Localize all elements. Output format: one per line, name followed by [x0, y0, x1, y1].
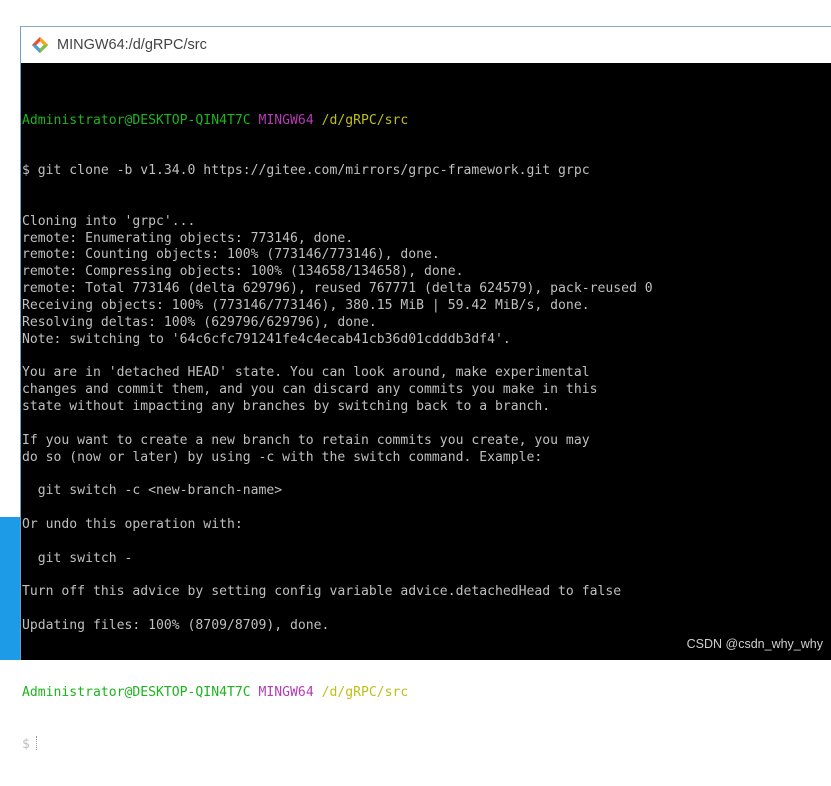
output-line: state without impacting any branches by …	[22, 399, 551, 415]
output-line: You are in 'detached HEAD' state. You ca…	[22, 365, 590, 381]
output-line: If you want to create a new branch to re…	[22, 432, 590, 448]
command-line: $ git clone -b v1.34.0 https://gitee.com…	[22, 163, 590, 179]
output-line: remote: Enumerating objects: 773146, don…	[22, 230, 354, 246]
prompt-env: MINGW64	[258, 685, 314, 701]
prompt-line: Administrator@DESKTOP-QIN4T7C MINGW64 /d…	[22, 113, 831, 130]
terminal-window[interactable]: MINGW64:/d/gRPC/src Administrator@DESKTO…	[20, 26, 831, 752]
title-bar[interactable]: MINGW64:/d/gRPC/src	[21, 27, 831, 63]
output-line: remote: Compressing objects: 100% (13465…	[22, 264, 464, 280]
prompt-symbol: $	[22, 736, 30, 752]
output-line: Cloning into 'grpc'...	[22, 213, 196, 229]
output-line: git switch -	[22, 550, 133, 566]
prompt-env: MINGW64	[258, 112, 314, 128]
output-line: do so (now or later) by using -c with th…	[22, 449, 543, 465]
output-block: Cloning into 'grpc'... remote: Enumeratin…	[22, 214, 831, 652]
output-line: Turn off this advice by setting config v…	[22, 584, 622, 600]
git-diamond-icon	[31, 36, 49, 54]
text-cursor	[35, 735, 39, 750]
output-line: remote: Total 773146 (delta 629796), reu…	[22, 281, 653, 297]
output-line: remote: Counting objects: 100% (773146/7…	[22, 247, 440, 263]
prompt-user-host: Administrator@DESKTOP-QIN4T7C	[22, 685, 251, 701]
prompt-path: /d/gRPC/src	[321, 685, 409, 701]
input-line[interactable]: $	[22, 735, 831, 753]
prompt-user-host: Administrator@DESKTOP-QIN4T7C	[22, 112, 251, 128]
output-line: Receiving objects: 100% (773146/773146),…	[22, 297, 590, 313]
output-line: Updating files: 100% (8709/8709), done.	[22, 618, 330, 633]
output-line: changes and commit them, and you can dis…	[22, 382, 598, 398]
output-line: git switch -c <new-branch-name>	[22, 483, 283, 499]
prompt-line-final: Administrator@DESKTOP-QIN4T7C MINGW64 /d…	[22, 685, 831, 702]
watermark: CSDN @csdn_why_why	[686, 637, 823, 651]
prompt-path: /d/gRPC/src	[321, 112, 409, 128]
desktop-blue-strip	[0, 517, 20, 660]
window-title: MINGW64:/d/gRPC/src	[57, 37, 207, 53]
desktop-background-top	[0, 0, 831, 26]
output-line: Note: switching to '64c6cfc791241fe4c4ec…	[22, 331, 511, 347]
terminal-output[interactable]: Administrator@DESKTOP-QIN4T7C MINGW64 /d…	[21, 63, 831, 752]
output-line: Or undo this operation with:	[22, 516, 243, 532]
output-line: Resolving deltas: 100% (629796/629796), …	[22, 314, 377, 330]
